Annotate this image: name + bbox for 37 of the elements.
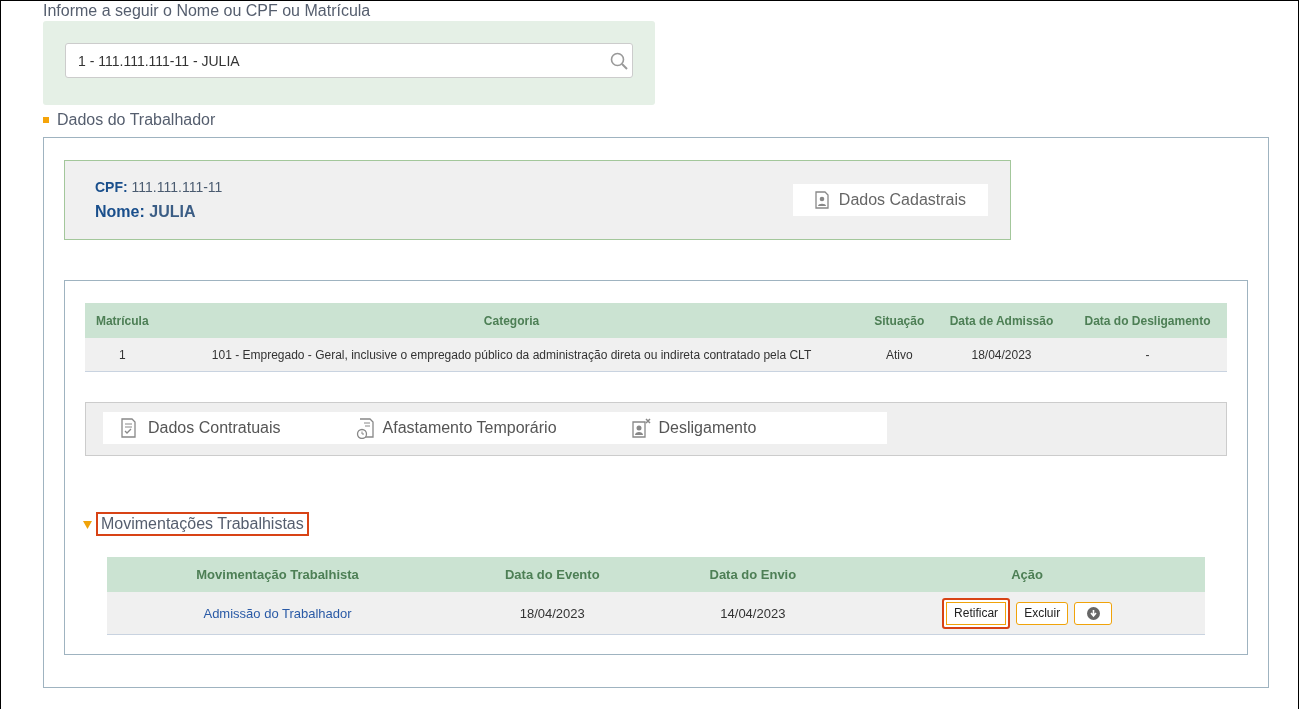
- person-remove-icon: [631, 417, 651, 439]
- action-tab[interactable]: Desligamento: [631, 417, 757, 439]
- column-header: Ação: [849, 557, 1205, 592]
- search-icon[interactable]: [610, 51, 628, 70]
- column-header: Data do Envio: [656, 557, 850, 592]
- section-title: Dados do Trabalhador: [57, 111, 216, 129]
- column-header: Situação: [863, 303, 935, 338]
- search-label: Informe a seguir o Nome ou CPF ou Matrícula: [43, 2, 372, 20]
- download-icon: [1086, 606, 1100, 620]
- person-document-icon: [814, 191, 829, 209]
- table-cell: 18/04/2023: [934, 338, 1069, 372]
- bullet-icon: [43, 117, 49, 123]
- table-cell: 14/04/2023: [656, 592, 850, 635]
- caret-down-icon[interactable]: [83, 519, 92, 529]
- name-text: Nome: JULIA: [95, 203, 197, 221]
- action-button[interactable]: Excluir: [1016, 601, 1069, 625]
- column-header: Movimentação Trabalhista: [107, 557, 449, 592]
- column-header: Data do Evento: [448, 557, 657, 592]
- action-tab[interactable]: Dados Contratuais: [121, 417, 281, 439]
- table-cell: 18/04/2023: [448, 592, 657, 635]
- registration-data-button[interactable]: Dados Cadastrais: [792, 184, 988, 216]
- cpf-text: CPF: 111.111.111-11: [95, 179, 223, 195]
- column-header: Data do Desligamento: [1068, 303, 1227, 338]
- column-header: Categoria: [159, 303, 864, 338]
- action-tab[interactable]: Afastamento Temporário: [355, 417, 557, 439]
- download-button[interactable]: [1074, 601, 1113, 625]
- column-header: Matrícula: [85, 303, 160, 338]
- column-header: Data de Admissão: [934, 303, 1069, 338]
- search-field[interactable]: 1 - 111.111.111-11 - JULIA: [65, 43, 633, 78]
- action-button[interactable]: Retificar: [942, 597, 1011, 629]
- table-cell: 1: [85, 338, 160, 372]
- table-cell: -: [1068, 338, 1227, 372]
- event-link[interactable]: Admissão do Trabalhador: [203, 605, 352, 621]
- document-clock-icon: [355, 417, 375, 439]
- table-cell: Ativo: [863, 338, 935, 372]
- table-cell: 101 - Empregado - Geral, inclusive o empregado público da administração direta ou indireta contratado pela CLT: [159, 338, 864, 372]
- section-title[interactable]: Movimentações Trabalhistas: [96, 512, 309, 536]
